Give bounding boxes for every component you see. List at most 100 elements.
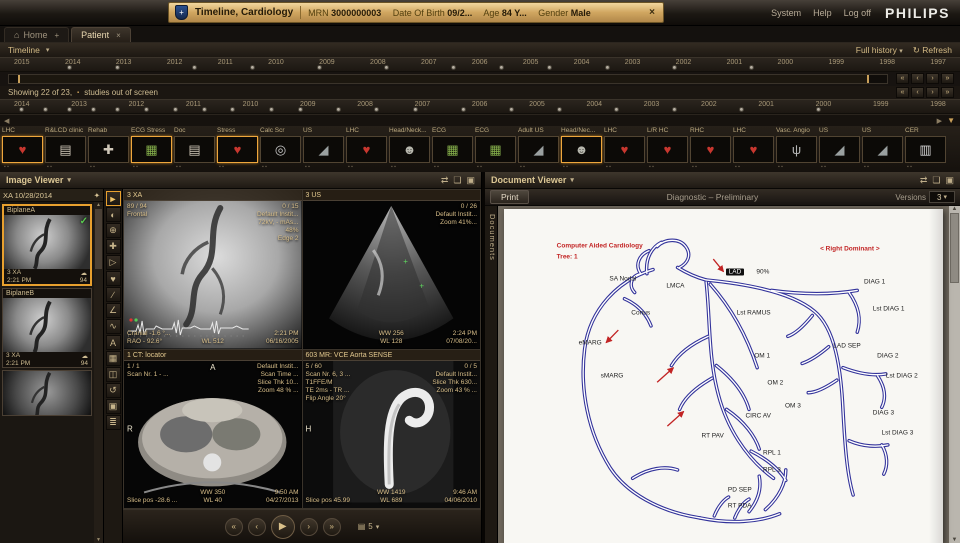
study-dot[interactable]	[412, 107, 418, 112]
study-card[interactable]: Head/Neck... ☻ ▪ ▪	[389, 127, 430, 172]
study-dot[interactable]	[451, 65, 457, 70]
study-card[interactable]: US ◢ ▪ ▪	[303, 127, 344, 172]
study-dot[interactable]	[508, 107, 514, 112]
scroll-down-icon[interactable]: ▼	[96, 537, 101, 543]
cine-tool[interactable]: ▷	[105, 255, 121, 270]
study-card[interactable]: LHC ♥ ▪ ▪	[604, 127, 645, 172]
filter-funnel-icon[interactable]: ▼	[947, 116, 955, 125]
popout-icon[interactable]: ❏	[932, 175, 940, 186]
reset-tool[interactable]: ↺	[105, 383, 121, 398]
play-button[interactable]: ▶	[270, 514, 295, 539]
study-dot[interactable]	[297, 107, 303, 112]
full-history-dropdown[interactable]: Full history ▾	[856, 45, 903, 55]
study-dot[interactable]	[816, 107, 821, 112]
study-card[interactable]: L/R HC ♥ ▪ ▪	[647, 127, 688, 172]
viewport-ct[interactable]: 1 CT: locator 1 / 1 Scan Nr. 1 - ... Defau…	[124, 349, 302, 508]
cine-speed-control[interactable]: ▤ 5 ▾	[358, 522, 380, 531]
documents-side-tab[interactable]: Documents	[485, 206, 498, 543]
study-dot[interactable]	[672, 107, 677, 112]
document-page[interactable]: Computer Aided Cardiology Tree: 1 < Right …	[504, 209, 943, 543]
study-card[interactable]: LHC ♥ ▪ ▪	[346, 127, 387, 172]
study-card[interactable]: ECG Stress ▦ ▪ ▪	[131, 127, 172, 172]
study-dot[interactable]	[268, 107, 274, 112]
study-card[interactable]: ECG ▦ ▪ ▪	[432, 127, 473, 172]
timeline-range-bar[interactable]: «‹ ›»	[0, 72, 960, 86]
chevron-down-icon[interactable]: ▾	[46, 46, 50, 54]
scrollbar-thumb[interactable]	[950, 213, 959, 283]
timeline-ruler-bottom[interactable]: 2014 2013 2012 2011 2010 2009 2008 2007 2006 2005…	[0, 99, 960, 114]
timeline-nav-button[interactable]: »	[941, 87, 954, 98]
thumbnail-scrollbar[interactable]: ▲ ▼	[94, 202, 103, 543]
tab-home[interactable]: ⌂ Home +	[4, 27, 70, 42]
study-card[interactable]: RHC ♥ ▪ ▪	[690, 127, 731, 172]
timeline-scroll-strip[interactable]: ◀ ▶ ▼	[0, 114, 960, 126]
first-frame-button[interactable]: «	[224, 517, 243, 536]
study-thumbnail[interactable]: ♥	[733, 136, 774, 163]
study-dot[interactable]	[249, 65, 255, 70]
study-card[interactable]: Head/Nec... ☻ ▪ ▪	[561, 127, 602, 172]
series-thumbnail[interactable]: BiplaneA ✓ 3 XA ☁ 2:21 PM 94	[2, 204, 92, 286]
study-card[interactable]: Stress ♥ ▪ ▪	[217, 127, 258, 172]
versions-dropdown[interactable]: 3 ▾	[929, 191, 955, 203]
study-card[interactable]: US ◢ ▪ ▪	[862, 127, 903, 172]
study-card[interactable]: Vasc. Angio ψ ▪ ▪	[776, 127, 817, 172]
grid-tool[interactable]: ▦	[105, 351, 121, 366]
study-thumbnail[interactable]: ▦	[475, 136, 516, 163]
study-dot[interactable]	[230, 107, 236, 112]
study-dot[interactable]	[499, 65, 505, 70]
study-card[interactable]: ECG ▦ ▪ ▪	[475, 127, 516, 172]
study-dot[interactable]	[91, 107, 97, 112]
study-card[interactable]: CER ▥ ▪ ▪	[905, 127, 946, 172]
layout-tool[interactable]: ▣	[105, 399, 121, 414]
study-card[interactable]: Calc Scr ◎ ▪ ▪	[260, 127, 301, 172]
study-dot[interactable]	[374, 107, 380, 112]
refresh-button[interactable]: ↻ Refresh	[913, 45, 952, 56]
study-dot[interactable]	[115, 65, 121, 70]
pin-icon[interactable]: ✦	[94, 191, 100, 200]
study-thumbnail[interactable]: ♥	[346, 136, 387, 163]
scroll-up-icon[interactable]: ▲	[952, 206, 958, 212]
swap-pane-icon[interactable]: ⇄	[920, 175, 928, 186]
study-thumbnail[interactable]: ▦	[432, 136, 473, 163]
study-card[interactable]: Rehab ✚ ▪ ▪	[88, 127, 129, 172]
study-thumbnail[interactable]: ◎	[260, 136, 301, 163]
annotate-tool[interactable]: A	[105, 335, 121, 350]
pin-icon[interactable]: +	[51, 31, 59, 40]
study-dot[interactable]	[316, 65, 322, 70]
timeline-nav-button[interactable]: ‹	[911, 87, 924, 98]
zoom-tool[interactable]: ⊕	[105, 223, 121, 238]
document-scrollbar[interactable]: ▲ ▼	[949, 206, 960, 543]
last-frame-button[interactable]: »	[322, 517, 341, 536]
study-dot[interactable]	[547, 65, 553, 70]
study-dot[interactable]	[67, 65, 73, 70]
scroll-left-icon[interactable]: ◀	[4, 117, 9, 125]
study-dot[interactable]	[556, 107, 562, 112]
list-tool[interactable]: ≣	[105, 415, 121, 430]
study-thumbnail[interactable]: ☻	[389, 136, 430, 163]
study-dot[interactable]	[604, 65, 610, 70]
study-dot[interactable]	[67, 107, 73, 112]
study-dot[interactable]	[192, 65, 197, 70]
timeline-ruler-top[interactable]: 2015 2014 2013 2012 2011 2010 2009 2008 2007 2006…	[0, 57, 960, 72]
study-thumbnail[interactable]: ▥	[905, 136, 946, 163]
study-dot[interactable]	[336, 107, 341, 112]
tab-close-icon[interactable]: ×	[113, 31, 121, 40]
study-thumbnail[interactable]: ψ	[776, 136, 817, 163]
timeline-nav-button[interactable]: »	[941, 73, 954, 84]
scroll-right-icon[interactable]: ▶	[937, 117, 942, 125]
timeline-nav-button[interactable]: ›	[926, 87, 939, 98]
study-thumbnail[interactable]: ☻	[561, 136, 602, 163]
study-thumbnail[interactable]: ◢	[303, 136, 344, 163]
compare-tool[interactable]: ◫	[105, 367, 121, 382]
range-selection[interactable]	[17, 75, 870, 83]
study-dot[interactable]	[43, 107, 49, 112]
system-menu-item[interactable]: System	[771, 8, 801, 18]
banner-close-icon[interactable]: ×	[647, 7, 657, 18]
maximize-icon[interactable]: ▣	[945, 175, 954, 186]
series-thumbnail-partial[interactable]	[2, 370, 92, 416]
system-menu-item[interactable]: Help	[813, 8, 832, 18]
previous-frame-button[interactable]: ‹	[247, 517, 266, 536]
viewport-xa[interactable]: 3 XA 89 / 94 Frontal 0 / 15 Default Instit.…	[124, 190, 302, 349]
scroll-up-icon[interactable]: ▲	[96, 202, 101, 208]
chevron-down-icon[interactable]: ▾	[570, 176, 574, 184]
